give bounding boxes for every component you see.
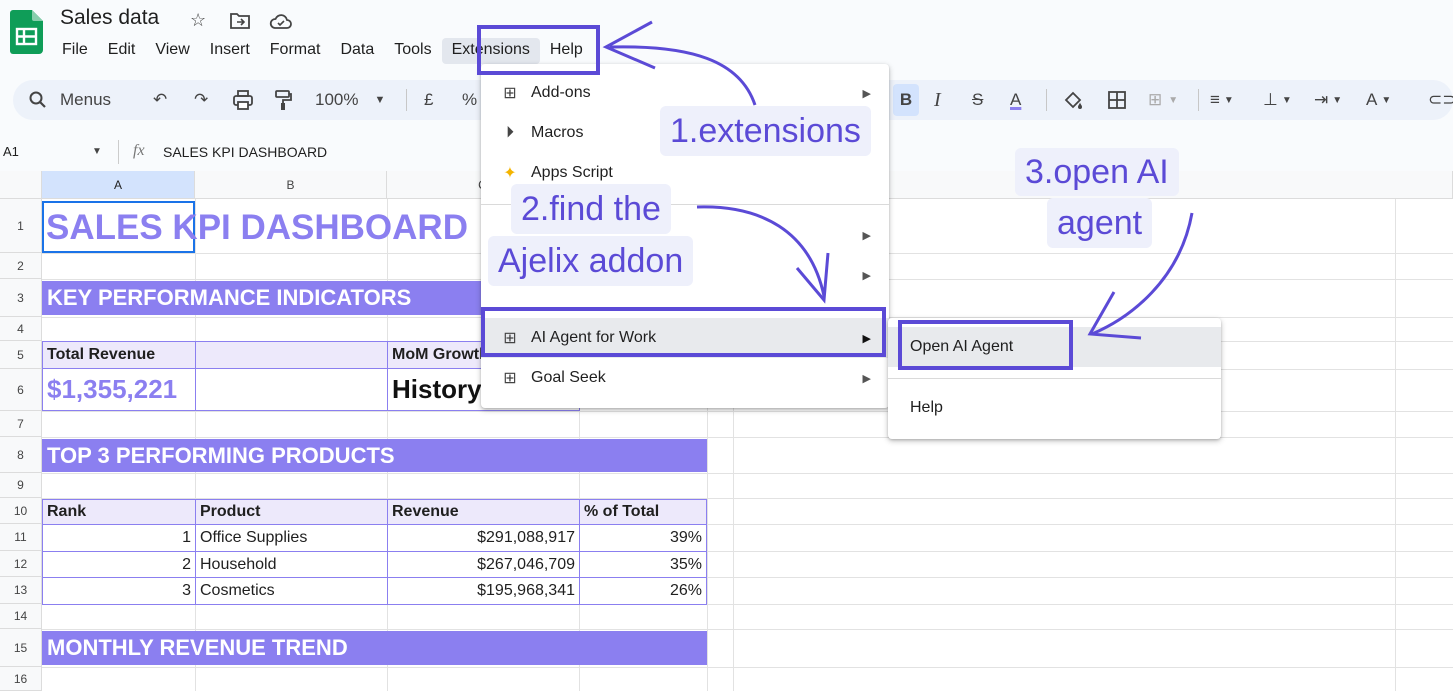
sheets-window: Sales data ☆ File Edit View Insert Forma… [0, 0, 1453, 691]
annotation-arrows [602, 20, 1194, 340]
